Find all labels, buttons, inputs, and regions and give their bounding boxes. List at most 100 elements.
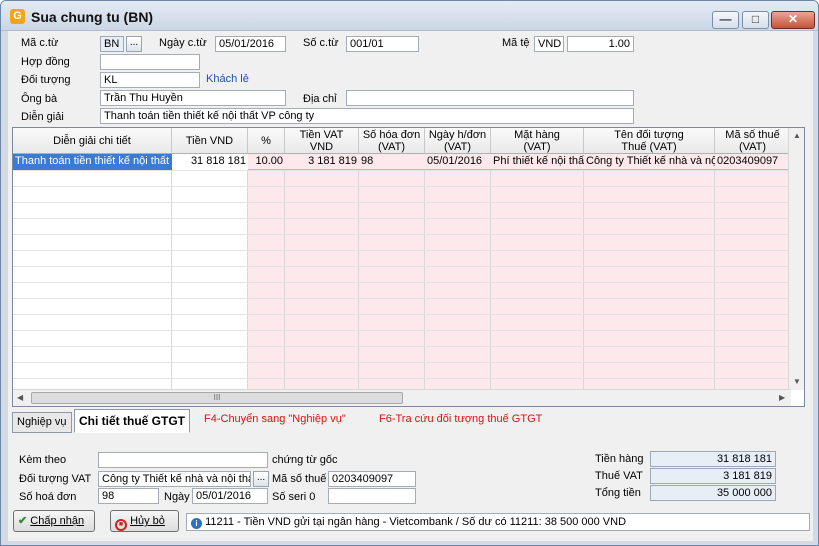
ma-te-field[interactable]: VND [534, 36, 564, 52]
table-cell[interactable]: Thanh toán tiền thiết kế nội thất VP [13, 154, 172, 170]
maximize-button[interactable]: □ [742, 11, 769, 29]
account-status-bar: i 11211 - Tiền VND gửi tại ngân hàng - V… [186, 513, 810, 531]
cancel-icon: ■ [115, 519, 127, 531]
col-header-so-hoa-don[interactable]: Số hóa đơn (VAT) [359, 128, 425, 154]
grid-column [715, 154, 791, 406]
col-header-tien-vnd[interactable]: Tiền VND [172, 128, 248, 154]
ma-te-label: Mã tệ [502, 37, 530, 49]
ong-ba-field[interactable]: Trần Thu Huyền [100, 90, 286, 106]
so-ct-label: Số c.từ [303, 37, 339, 49]
detail-grid[interactable]: Diễn giải chi tiết Tiền VND % Tiền VAT V… [12, 127, 805, 407]
grid-column [13, 154, 172, 406]
grid-row-line [13, 186, 791, 187]
col-header-tien-vat[interactable]: Tiền VAT VND [285, 128, 359, 154]
grid-row-line [13, 298, 791, 299]
grid-column [285, 154, 359, 406]
ma-ct-browse-button[interactable]: ... [126, 36, 142, 52]
table-cell[interactable]: 10.00 [248, 154, 285, 170]
col-header-ma-so-thue[interactable]: Mã số thuế (VAT) [715, 128, 791, 154]
scroll-right-icon[interactable]: ▶ [779, 393, 785, 402]
grid-row-line [13, 234, 791, 235]
table-cell[interactable]: 98 [359, 154, 425, 170]
table-cell[interactable]: 0203409097 [715, 154, 791, 170]
hop-dong-field[interactable] [100, 54, 200, 70]
tien-hang-label: Tiền hàng [595, 453, 644, 465]
tab-chi-tiet-thue[interactable]: Chi tiết thuế GTGT [74, 409, 190, 433]
col-header-ten-doi-tuong[interactable]: Tên đối tượng Thuế (VAT) [584, 128, 715, 154]
doi-tuong-label: Đối tượng [21, 74, 71, 86]
checkmark-icon: ✔ [18, 515, 28, 527]
grid-row-line [13, 346, 791, 347]
ma-so-thue-label: Mã số thuế [272, 473, 327, 485]
table-cell[interactable]: 05/01/2016 [425, 154, 491, 170]
ty-gia-field[interactable]: 1.00 [567, 36, 634, 52]
grid-row-line [13, 266, 791, 267]
ngay-field[interactable]: 05/01/2016 [192, 488, 268, 504]
ngay-ct-field[interactable]: 05/01/2016 [215, 36, 286, 52]
f4-hint: F4-Chuyển sang "Nghiệp vụ" [204, 413, 346, 425]
horizontal-scroll-thumb[interactable]: III [31, 392, 403, 404]
dien-giai-field[interactable]: Thanh toán tiền thiết kế nội thất VP côn… [100, 108, 634, 124]
table-cell[interactable]: Công ty Thiết kế nhà và nội thất [584, 154, 715, 170]
accept-button-label: Chấp nhận [30, 515, 85, 527]
dia-chi-field[interactable] [346, 90, 634, 106]
ong-ba-label: Ông bà [21, 93, 58, 105]
close-button[interactable]: ✕ [771, 11, 815, 29]
horizontal-scrollbar[interactable]: ◀ III ▶ [13, 389, 791, 406]
grid-column [248, 154, 285, 406]
ma-so-thue-field[interactable]: 0203409097 [328, 471, 416, 487]
grid-column [491, 154, 584, 406]
vertical-scrollbar[interactable]: ▲ ▼ [788, 128, 804, 390]
col-header-ngay-hoa-don[interactable]: Ngày h/đơn (VAT) [425, 128, 491, 154]
grid-row-line [13, 170, 791, 171]
col-header-mat-hang[interactable]: Mặt hàng (VAT) [491, 128, 584, 154]
so-seri-label: Số seri 0 [272, 491, 316, 503]
f6-hint: F6-Tra cứu đối tượng thuế GTGT [379, 413, 543, 425]
accept-button[interactable]: ✔ Chấp nhận [13, 510, 95, 532]
scroll-up-icon[interactable]: ▲ [793, 131, 801, 140]
table-cell[interactable]: 31 818 181 [172, 154, 248, 170]
app-logo-icon: G [10, 9, 25, 24]
window-title: Sua chung tu (BN) [31, 9, 154, 25]
hop-dong-label: Hợp đồng [21, 56, 70, 68]
so-ct-field[interactable]: 001/01 [346, 36, 419, 52]
account-status-text: 11211 - Tiền VND gửi tại ngân hàng - Vie… [205, 516, 627, 528]
cancel-button[interactable]: ■ Hủy bỏ [110, 510, 179, 532]
grid-column [172, 154, 248, 406]
app-window: G Sua chung tu (BN) — □ ✕ Mã c.từ BN ...… [0, 0, 819, 546]
thue-vat-field: 3 181 819 [650, 468, 776, 484]
doi-tuong-field[interactable]: KL [100, 72, 200, 88]
form-body: Mã c.từ BN ... Ngày c.từ 05/01/2016 Số c… [8, 31, 813, 541]
title-bar: G Sua chung tu (BN) — □ ✕ [1, 1, 818, 31]
tong-tien-field: 35 000 000 [650, 485, 776, 501]
kem-theo-field[interactable] [98, 452, 268, 468]
grid-row-line [13, 314, 791, 315]
ngay-ct-label: Ngày c.từ [159, 37, 207, 49]
grid-row-line [13, 362, 791, 363]
thue-vat-label: Thuế VAT [595, 470, 643, 482]
col-header-dien-giai[interactable]: Diễn giải chi tiết [13, 128, 172, 154]
so-seri-field[interactable] [328, 488, 416, 504]
doi-tuong-name: Khách lẻ [206, 73, 249, 85]
doi-tuong-vat-field[interactable]: Công ty Thiết kế nhà và nội thất [98, 471, 251, 487]
scroll-down-icon[interactable]: ▼ [793, 377, 801, 386]
chung-tu-goc-label: chứng từ gốc [272, 454, 338, 466]
ngay-label: Ngày [164, 491, 190, 503]
minimize-button[interactable]: — [712, 11, 739, 29]
table-cell[interactable]: Phí thiết kế nội thất [491, 154, 584, 170]
doi-tuong-vat-label: Đối tượng VAT [19, 473, 92, 485]
grid-row-line [13, 218, 791, 219]
grid-column [425, 154, 491, 406]
grid-row-line [13, 378, 791, 379]
table-cell[interactable]: 3 181 819 [285, 154, 359, 170]
so-hoa-don-field[interactable]: 98 [98, 488, 159, 504]
col-header-percent[interactable]: % [248, 128, 285, 154]
ma-ct-field[interactable]: BN [100, 36, 124, 52]
grid-column [584, 154, 715, 406]
doi-tuong-vat-browse-button[interactable]: ... [253, 471, 269, 487]
tien-hang-field: 31 818 181 [650, 451, 776, 467]
tab-nghiep-vu[interactable]: Nghiệp vụ [12, 412, 72, 433]
scroll-left-icon[interactable]: ◀ [17, 393, 23, 402]
cancel-button-label: Hủy bỏ [130, 515, 165, 527]
tong-tien-label: Tổng tiền [595, 487, 641, 499]
